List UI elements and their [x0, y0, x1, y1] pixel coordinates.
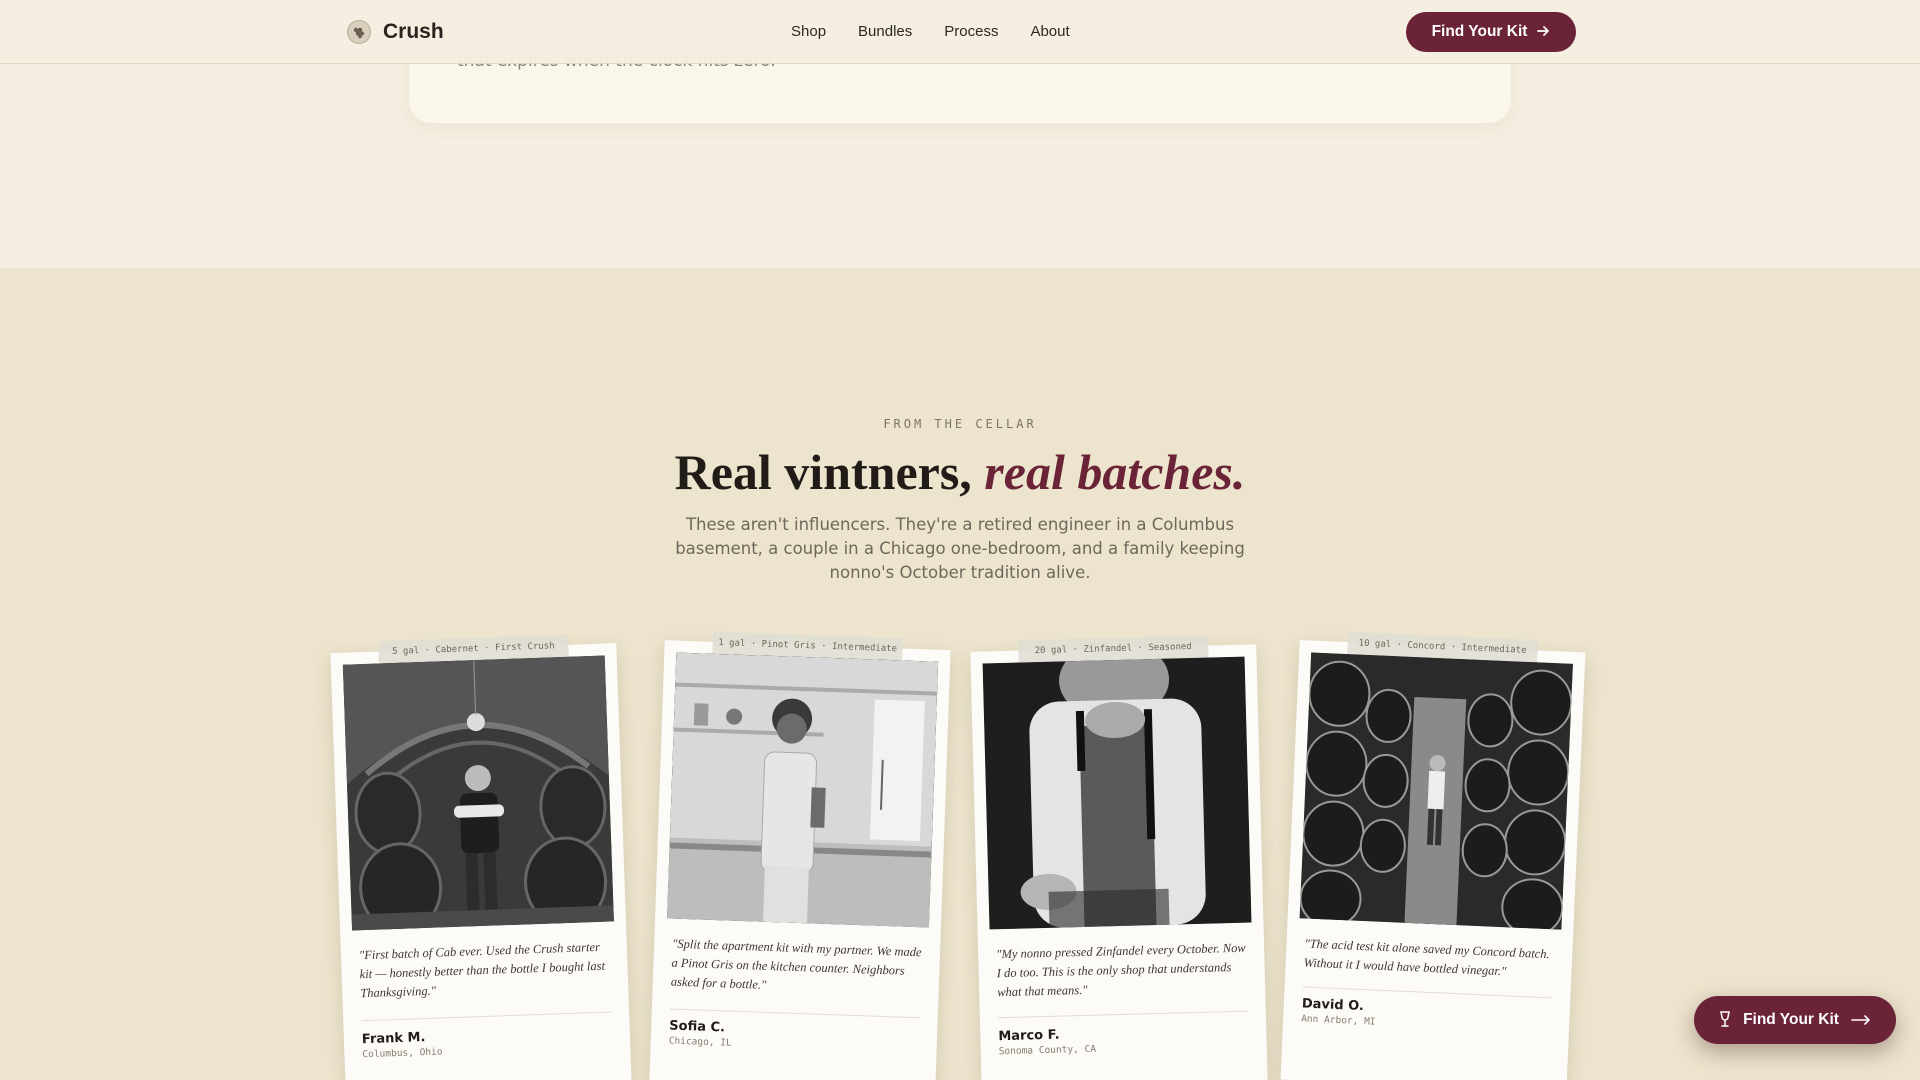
wine-glass-icon — [1719, 1010, 1731, 1030]
navbar: Crush Shop Bundles Process About Find Yo… — [0, 0, 1920, 64]
headline-plain: Real vintners, — [674, 444, 972, 500]
testimonial-author: David O. — [1301, 996, 1365, 1015]
arrow-right-icon — [1537, 24, 1550, 41]
section-headline: Real vintners, real batches. — [0, 443, 1920, 501]
testimonial-card: 5 gal · Cabernet · First Crush "First ba… — [330, 634, 632, 1080]
grape-logo-icon — [347, 20, 371, 44]
section-eyebrow: FROM THE CELLAR — [883, 417, 1037, 431]
testimonial-quote: "My nonno pressed Zinfandel every Octobe… — [996, 940, 1246, 1000]
testimonial-quote: "The acid test kit alone saved my Concor… — [1303, 936, 1550, 979]
nav-link-process[interactable]: Process — [944, 23, 998, 40]
floating-cta-label: Find Your Kit — [1743, 1011, 1839, 1028]
elderly-man-working-photo — [982, 656, 1252, 930]
testimonial-author: Marco F. — [998, 1027, 1060, 1045]
find-your-kit-button[interactable]: Find Your Kit — [1406, 12, 1576, 52]
man-in-wine-cellar-photo — [342, 655, 614, 931]
testimonial-author: Frank M. — [361, 1030, 426, 1048]
nav-link-shop[interactable]: Shop — [791, 23, 826, 40]
card-divider — [669, 1008, 920, 1019]
testimonial-quote: "First batch of Cab ever. Used the Crush… — [358, 939, 606, 1001]
find-your-kit-label: Find Your Kit — [1431, 23, 1528, 40]
nav-link-about[interactable]: About — [1030, 23, 1069, 40]
testimonial-card: 10 gal · Concord · Intermediate "The aci… — [1280, 632, 1586, 1080]
card-divider — [361, 1011, 612, 1022]
testimonial-location: Columbus, Ohio — [362, 1046, 443, 1061]
main-nav: Shop Bundles Process About — [791, 23, 1102, 40]
card-divider — [1302, 986, 1553, 999]
brand-name: Crush — [383, 20, 444, 43]
long-arrow-right-icon — [1851, 1010, 1871, 1031]
headline-accent: real batches. — [984, 444, 1246, 500]
testimonial-location: Chicago, IL — [668, 1035, 732, 1049]
card-divider — [997, 1010, 1248, 1019]
testimonial-card: 20 gal · Zinfandel · Seasoned "My nonno … — [970, 635, 1268, 1080]
woman-in-kitchen-photo — [667, 652, 939, 928]
testimonial-author: Sofia C. — [669, 1018, 726, 1036]
section-subhead: These aren't influencers. They're a reti… — [675, 515, 1245, 582]
testimonial-card: 1 gal · Pinot Gris · Intermediate "Split… — [649, 631, 951, 1080]
floating-find-your-kit-button[interactable]: Find Your Kit — [1694, 996, 1896, 1044]
brand-logo-link[interactable]: Crush — [347, 20, 444, 44]
barrel-room-photo — [1299, 652, 1573, 930]
testimonial-location: Ann Arbor, MI — [1300, 1013, 1376, 1028]
testimonial-quote: "Split the apartment kit with my partner… — [670, 936, 922, 992]
nav-link-bundles[interactable]: Bundles — [858, 23, 912, 40]
testimonial-location: Sonoma County, CA — [998, 1043, 1097, 1058]
